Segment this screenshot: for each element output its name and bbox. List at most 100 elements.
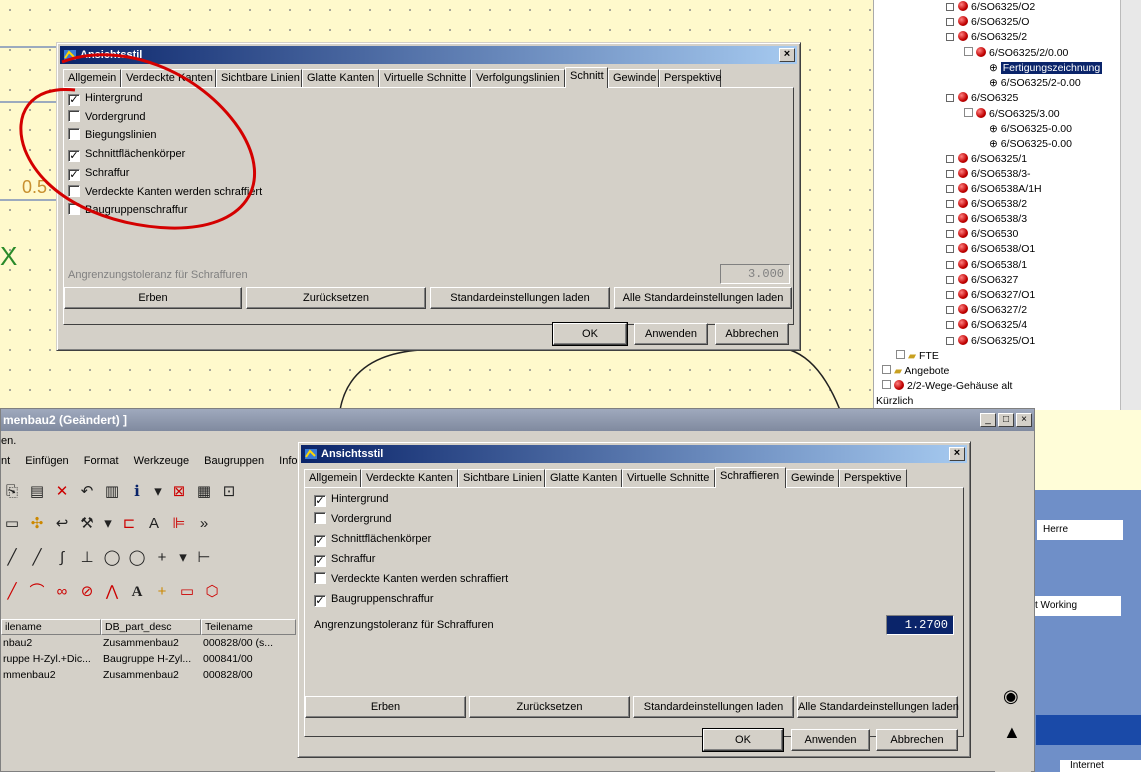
expand-icon[interactable]: [964, 47, 973, 56]
table-cell[interactable]: Baugruppe H-Zyl...: [103, 652, 199, 667]
reset-button[interactable]: Zurücksetzen: [246, 287, 426, 309]
tab-4[interactable]: Virtuelle Schnitte: [379, 69, 471, 87]
expand-icon[interactable]: [882, 365, 891, 374]
undo-icon[interactable]: ↶: [76, 481, 98, 503]
expand-icon[interactable]: [964, 108, 973, 117]
checkbox[interactable]: ✓: [314, 595, 326, 607]
tree-item[interactable]: 6/SO6325/2/0.00: [964, 46, 1068, 61]
tree-item[interactable]: 6/SO6327/2: [946, 303, 1027, 318]
tree-checkbox[interactable]: [946, 215, 954, 223]
tree-item[interactable]: 6/SO6325/4: [946, 318, 1027, 333]
tree-checkbox[interactable]: [946, 33, 954, 41]
close-button[interactable]: ×: [1016, 413, 1032, 427]
tree-checkbox[interactable]: [946, 245, 954, 253]
circle2-icon[interactable]: ◯: [126, 547, 148, 569]
tree-checkbox[interactable]: [946, 261, 954, 269]
polyline-icon[interactable]: ⋀: [101, 581, 123, 603]
apply-button[interactable]: Anwenden: [634, 323, 708, 345]
tree-item[interactable]: 6/SO6325/O: [946, 15, 1029, 30]
tree-checkbox[interactable]: [946, 185, 954, 193]
properties-icon[interactable]: ▥: [101, 481, 123, 503]
dimension-icon[interactable]: ⊢: [193, 547, 215, 569]
column-header-partname[interactable]: Teilename: [201, 619, 296, 635]
reset-button[interactable]: Zurücksetzen: [469, 696, 630, 718]
smart-icon[interactable]: ⊘: [76, 581, 98, 603]
tab-6[interactable]: Schnitt: [565, 67, 608, 88]
maximize-button[interactable]: □: [998, 413, 1014, 427]
chain-icon[interactable]: ∞: [51, 581, 73, 603]
note-icon[interactable]: +: [151, 581, 173, 603]
tree-item[interactable]: 6/SO6538/1: [946, 258, 1027, 273]
menu-item-assemblies[interactable]: Baugruppen: [204, 455, 264, 467]
tolerance-field[interactable]: 1.2700: [886, 615, 954, 635]
table-cell[interactable]: 000828/00: [203, 668, 293, 683]
inherit-button[interactable]: Erben: [64, 287, 242, 309]
model-tree[interactable]: 6/SO6325/O2 6/SO6325/O 6/SO6325/2 6/SO6325/…: [873, 0, 1141, 410]
load-all-defaults-button[interactable]: Alle Standardeinstellungen laden: [614, 287, 792, 309]
menu-item[interactable]: nt: [1, 455, 10, 467]
tree-item[interactable]: 6/SO6325/2: [946, 30, 1027, 45]
line2-icon[interactable]: ╱: [26, 547, 48, 569]
minimize-button[interactable]: _: [980, 413, 996, 427]
tab-8[interactable]: Perspektive: [659, 69, 721, 87]
tab-5[interactable]: Schraffieren: [715, 467, 786, 488]
tree-item[interactable]: Kürzlich: [876, 394, 913, 409]
table-cell[interactable]: mmenbau2: [3, 668, 99, 683]
more-icon[interactable]: »: [193, 513, 215, 535]
rotate-icon[interactable]: ↩: [51, 513, 73, 535]
tree-item[interactable]: 6/SO6538/2: [946, 197, 1027, 212]
menu-item-tools[interactable]: Werkzeuge: [134, 455, 189, 467]
align-icon[interactable]: ⊫: [168, 513, 190, 535]
menu-item-insert[interactable]: Einfügen: [25, 455, 68, 467]
tree-checkbox[interactable]: [946, 155, 954, 163]
tab-1[interactable]: Verdeckte Kanten: [361, 469, 458, 487]
tab-7[interactable]: Gewinde: [608, 69, 659, 87]
cancel-button[interactable]: Abbrechen: [715, 323, 789, 345]
tolerance-field[interactable]: 3.000: [720, 264, 790, 284]
dropdown-icon[interactable]: ▾: [101, 513, 115, 535]
view-style-dialog-new[interactable]: Ansichtsstil × Allgemein Verdeckte Kanten…: [297, 441, 971, 758]
tree-checkbox[interactable]: [946, 18, 954, 26]
tree-item[interactable]: 6/SO6325/3.00: [964, 107, 1060, 122]
tree-checkbox[interactable]: [946, 200, 954, 208]
load-defaults-button[interactable]: Standardeinstellungen laden: [430, 287, 610, 309]
tab-5[interactable]: Verfolgungslinien: [471, 69, 565, 87]
rectangle-icon[interactable]: ▭: [176, 581, 198, 603]
checkbox[interactable]: ✓: [314, 555, 326, 567]
load-defaults-button[interactable]: Standardeinstellungen laden: [633, 696, 794, 718]
tree-item[interactable]: 6/SO6327/O1: [946, 288, 1035, 303]
tab-0[interactable]: Allgemein: [304, 469, 361, 487]
tab-6[interactable]: Gewinde: [786, 469, 839, 487]
tree-item[interactable]: 6/SO6325/O1: [946, 334, 1035, 349]
tree-item[interactable]: 6/SO6325/O2: [946, 0, 1035, 15]
tree-item[interactable]: ▰ FTE: [896, 349, 939, 364]
circle-icon[interactable]: ◯: [101, 547, 123, 569]
right-field[interactable]: Herre: [1037, 520, 1123, 540]
tree-checkbox[interactable]: [946, 3, 954, 11]
dropdown-icon[interactable]: ▾: [151, 481, 165, 503]
tab-3[interactable]: Glatte Kanten: [302, 69, 379, 87]
checkbox[interactable]: [314, 572, 326, 584]
sketch-icon[interactable]: ✣: [26, 513, 48, 535]
tree-checkbox[interactable]: [946, 230, 954, 238]
tree-scrollbar[interactable]: [1120, 0, 1141, 410]
checkbox[interactable]: [314, 512, 326, 524]
tree-item[interactable]: ⊕ Fertigungszeichnung: [989, 61, 1103, 76]
arc-icon[interactable]: ╱: [1, 581, 23, 603]
info-icon[interactable]: ℹ: [126, 481, 148, 503]
tree-item[interactable]: 6/SO6327: [946, 273, 1018, 288]
view-icon[interactable]: ▦: [193, 481, 215, 503]
checkbox[interactable]: ✓: [314, 535, 326, 547]
paste-icon[interactable]: ▤: [26, 481, 48, 503]
spline-icon[interactable]: ∫: [51, 547, 73, 569]
tab-4[interactable]: Virtuelle Schnitte: [622, 469, 715, 487]
expand-icon[interactable]: [882, 380, 891, 389]
globe-icon[interactable]: ◉: [1003, 686, 1019, 707]
graduation-icon[interactable]: ▲: [1003, 722, 1021, 743]
arc2-icon[interactable]: ⌒: [26, 581, 48, 603]
tree-item[interactable]: 6/SO6530: [946, 227, 1018, 242]
ok-button[interactable]: OK: [552, 322, 628, 346]
tree-checkbox[interactable]: [946, 276, 954, 284]
table-cell[interactable]: ruppe H-Zyl.+Dic...: [3, 652, 99, 667]
zoom-icon[interactable]: ⊡: [218, 481, 240, 503]
